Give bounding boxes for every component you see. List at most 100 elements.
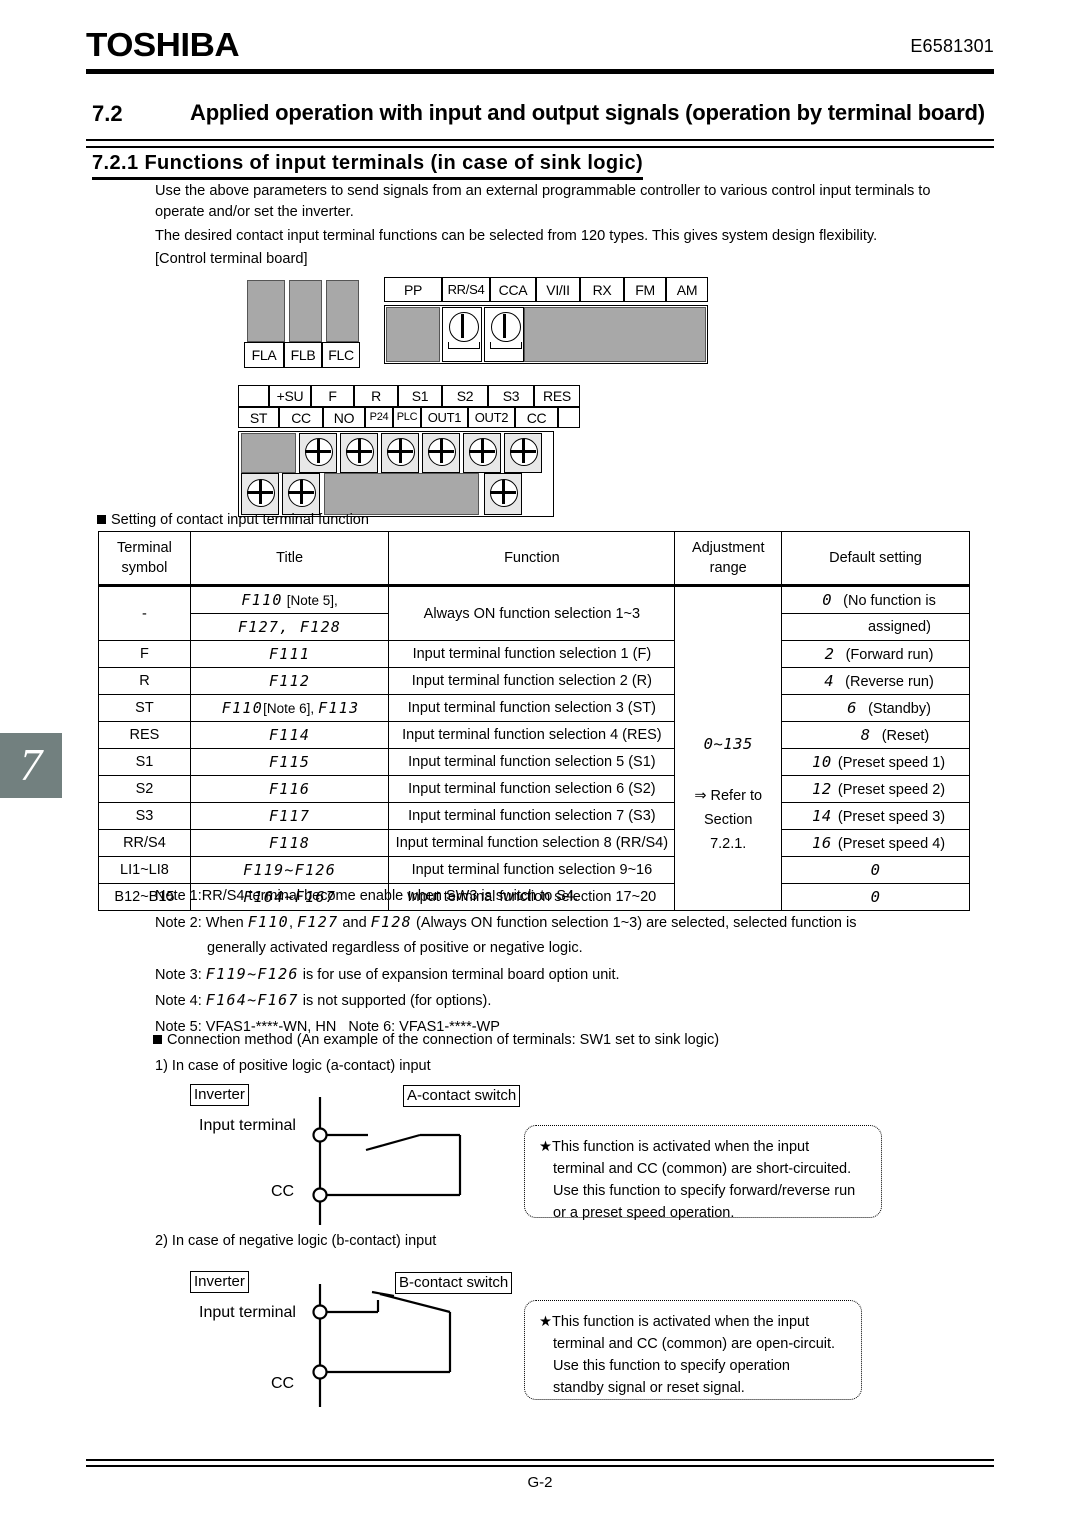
cc-label-1: CC <box>271 1183 295 1200</box>
terminal-label-vi-ii: VI/II <box>536 277 580 302</box>
default-description: (Reverse run) <box>845 673 934 690</box>
col-sym-line2: symbol <box>121 560 168 576</box>
default-description: (Preset speed 2) <box>837 781 946 798</box>
connection-method-heading: Connection method (An example of the con… <box>153 1032 719 1048</box>
cell-function: Input terminal function selection 9~16 <box>388 856 676 884</box>
param-code: F114 <box>268 725 311 744</box>
default-value: 8 <box>860 725 871 744</box>
table-row: - F110 [Note 5], Always ON function sele… <box>98 585 971 911</box>
cell-terminal-symbol: S1 <box>98 748 191 776</box>
connection-method-heading-text: Connection method (An example of the con… <box>167 1032 720 1048</box>
terminal-label-am: AM <box>666 277 708 302</box>
terminal-label-plc: PLC <box>393 407 421 428</box>
table-row: LI1~LI8 F119~F126 Input terminal functio… <box>98 856 971 884</box>
analog-screw-slot-2 <box>484 307 524 362</box>
cell-title: F112 <box>189 667 390 695</box>
cell-terminal-symbol: RES <box>98 721 191 749</box>
control-connector-fill-1 <box>241 433 296 473</box>
terminal-label-cc-1: CC <box>279 407 323 428</box>
cell-function: Input terminal function selection 6 (S2) <box>388 775 676 803</box>
screw-terminal-u6 <box>504 433 542 473</box>
cell-terminal-symbol: RR/S4 <box>98 829 191 857</box>
toshiba-logo: TOSHIBA <box>86 26 240 63</box>
terminal-label-p24: P24 <box>365 407 393 428</box>
note-3: Note 3: F119~F126 is for use of expansio… <box>155 962 975 989</box>
section-title: Applied operation with input and output … <box>190 100 985 125</box>
table-caption-text: Setting of contact input terminal functi… <box>111 512 369 528</box>
param-note-ref: [Note 6], <box>263 700 315 716</box>
default-value: 14 <box>812 806 832 825</box>
param-code: F116 <box>268 779 311 798</box>
cell-title: F110 [Note 5], <box>189 585 390 614</box>
param-code: F111 <box>268 644 311 663</box>
param-code: F118 <box>268 833 311 852</box>
column-header-adjustment-range: Adjustment range <box>674 531 782 587</box>
cell-default-setting: 0 <box>780 856 971 884</box>
table-row: R F112 Input terminal function selection… <box>98 667 971 695</box>
cell-default-setting: 10 (Preset speed 1) <box>780 748 971 776</box>
terminal-label-no: NO <box>323 407 365 428</box>
input-terminal-label-1: Input terminal <box>199 1117 296 1134</box>
col-adj-line1: Adjustment <box>691 540 765 556</box>
default-value: 0 <box>870 860 881 879</box>
cell-default-setting: 12 (Preset speed 2) <box>780 775 971 803</box>
default-value: 6 <box>847 698 857 717</box>
table-row: S3 F117 Input terminal function selectio… <box>98 802 971 830</box>
relay-body-fla <box>247 280 285 342</box>
footer-rule <box>86 1459 994 1467</box>
column-header-default-setting: Default setting <box>780 531 971 587</box>
b-contact-circuit-diagram <box>312 1284 452 1407</box>
default-description: (Preset speed 3) <box>837 808 946 825</box>
cell-default-setting: 14 (Preset speed 3) <box>780 802 971 830</box>
table-row: S2 F116 Input terminal function selectio… <box>98 775 971 803</box>
col-adj-line2: range <box>709 560 747 576</box>
terminal-label-flb: FLB <box>284 342 322 368</box>
table-header-row: Terminal symbol Title Function Adjustmen… <box>98 531 971 587</box>
param-code: F110 <box>247 912 290 931</box>
control-terminal-board-label: [Control terminal board] <box>155 251 308 267</box>
screw-terminal-u5 <box>463 433 501 473</box>
screw-terminal-u2 <box>340 433 378 473</box>
default-description: (No function is <box>843 592 936 609</box>
cell-title: F115 <box>189 748 390 776</box>
chapter-thumb-index: 7 <box>0 733 62 798</box>
default-value: 0 <box>822 590 833 609</box>
terminal-label-rr-s4: RR/S4 <box>442 277 490 302</box>
cell-function: Input terminal function selection 3 (ST) <box>388 694 676 722</box>
section-number: 7.2 <box>92 101 123 126</box>
cell-function: Input terminal function selection 8 (RR/… <box>388 829 676 857</box>
terminal-label-s3: S3 <box>488 385 534 407</box>
default-description: (Standby) <box>868 700 931 717</box>
param-code: F128 <box>370 912 412 931</box>
cell-function: Input terminal function selection 2 (R) <box>388 667 676 695</box>
analog-connector-right-fill <box>524 307 706 362</box>
table-row: S1 F115 Input terminal function selectio… <box>98 748 971 776</box>
default-value: 16 <box>812 833 832 852</box>
terminal-label-f: F <box>311 385 354 407</box>
intro-paragraph-1: Use the above parameters to send signals… <box>155 183 931 220</box>
screw-terminal-l2 <box>282 473 320 515</box>
note-2: Note 2: When F110, F127 and F128 (Always… <box>155 910 975 937</box>
param-code: F110 <box>241 590 283 609</box>
terminal-label-out2: OUT2 <box>468 407 515 428</box>
callout1-line2: terminal and CC (common) are short-circu… <box>553 1161 852 1177</box>
note-2-text-a: Note 2: When <box>155 914 248 931</box>
table-row: RES F114 Input terminal function selecti… <box>98 721 971 749</box>
terminal-label-res: RES <box>534 385 580 407</box>
cell-terminal-symbol: ST <box>98 694 191 722</box>
cell-default-setting-cont: assigned) <box>780 613 971 641</box>
control-terminal-board-diagram: FLA FLB FLC PP RR/S4 CCA VI/II RX FM AM … <box>236 275 708 517</box>
cell-title-cont: F127, F128 <box>189 613 390 641</box>
cell-title: F116 <box>189 775 390 803</box>
intro-paragraph-2: The desired contact input terminal funct… <box>155 228 878 244</box>
adjust-section-word: Section <box>704 811 753 828</box>
param-code: F119~F126 <box>205 964 299 983</box>
cell-default-setting: 4 (Reverse run) <box>780 667 971 695</box>
cell-default-setting: 8 (Reset) <box>780 721 971 749</box>
param-code: F110 <box>221 698 264 717</box>
param-code: F117 <box>268 806 311 825</box>
terminal-label-blank-1 <box>238 385 269 407</box>
cell-title: F119~F126 <box>189 856 390 884</box>
bullet-square-icon <box>97 515 106 524</box>
terminal-label-cca: CCA <box>490 277 536 302</box>
